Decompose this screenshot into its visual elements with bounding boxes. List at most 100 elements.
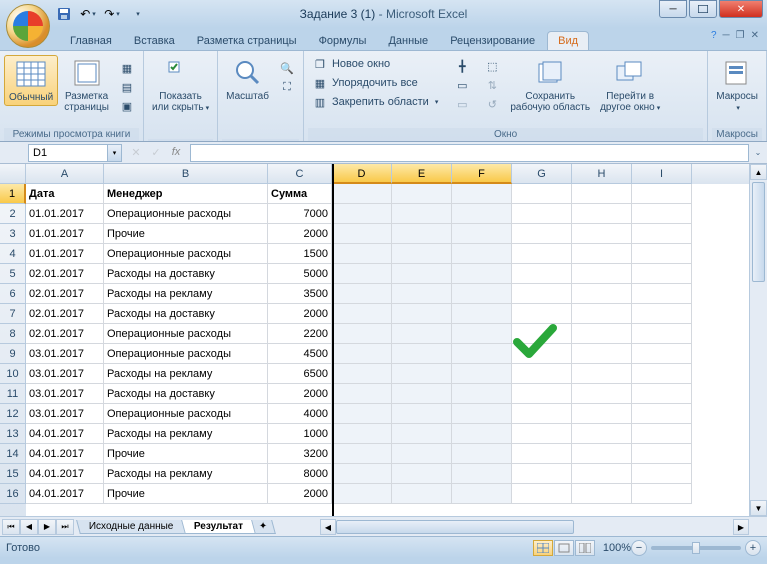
tab-data[interactable]: Данные xyxy=(378,32,438,50)
cell-A7[interactable]: 02.01.2017 xyxy=(26,304,104,324)
cell-C11[interactable]: 2000 xyxy=(268,384,332,404)
cell-G6[interactable] xyxy=(512,284,572,304)
cell-E16[interactable] xyxy=(392,484,452,504)
cell-B11[interactable]: Расходы на доставку xyxy=(104,384,268,404)
cell-H11[interactable] xyxy=(572,384,632,404)
cell-A2[interactable]: 01.01.2017 xyxy=(26,204,104,224)
scroll-right-icon[interactable]: ▶ xyxy=(733,519,749,535)
cell-C13[interactable]: 1000 xyxy=(268,424,332,444)
column-header-E[interactable]: E xyxy=(392,164,452,184)
cell-D5[interactable] xyxy=(332,264,392,284)
doc-close-icon[interactable]: ✕ xyxy=(751,30,759,41)
cell-C16[interactable]: 2000 xyxy=(268,484,332,504)
tab-home[interactable]: Главная xyxy=(60,32,122,50)
expand-formula-bar-icon[interactable]: ⌄ xyxy=(751,144,765,162)
cell-H5[interactable] xyxy=(572,264,632,284)
cell-C10[interactable]: 6500 xyxy=(268,364,332,384)
cell-E12[interactable] xyxy=(392,404,452,424)
cell-E5[interactable] xyxy=(392,264,452,284)
vscroll-thumb[interactable] xyxy=(752,182,765,282)
cell-B10[interactable]: Расходы на рекламу xyxy=(104,364,268,384)
arrange-all-button[interactable]: ▦Упорядочить все xyxy=(308,74,442,92)
scroll-left-icon[interactable]: ◀ xyxy=(320,519,336,535)
cell-E13[interactable] xyxy=(392,424,452,444)
cell-F11[interactable] xyxy=(452,384,512,404)
row-header-9[interactable]: 9 xyxy=(0,344,26,364)
name-box[interactable]: D1 ▾ xyxy=(28,144,122,162)
cell-E7[interactable] xyxy=(392,304,452,324)
cell-C2[interactable]: 7000 xyxy=(268,204,332,224)
cell-A10[interactable]: 03.01.2017 xyxy=(26,364,104,384)
cell-G1[interactable] xyxy=(512,184,572,204)
page-layout-status-button[interactable] xyxy=(554,540,574,556)
zoom-slider[interactable] xyxy=(651,546,741,550)
cell-G12[interactable] xyxy=(512,404,572,424)
cell-B15[interactable]: Расходы на рекламу xyxy=(104,464,268,484)
qat-customize-icon[interactable]: ▾ xyxy=(130,6,146,22)
row-header-7[interactable]: 7 xyxy=(0,304,26,324)
office-button[interactable] xyxy=(6,4,50,48)
cell-C14[interactable]: 3200 xyxy=(268,444,332,464)
row-header-2[interactable]: 2 xyxy=(0,204,26,224)
cell-H6[interactable] xyxy=(572,284,632,304)
cell-F13[interactable] xyxy=(452,424,512,444)
cell-D11[interactable] xyxy=(332,384,392,404)
column-header-A[interactable]: A xyxy=(26,164,104,184)
cell-F14[interactable] xyxy=(452,444,512,464)
row-header-8[interactable]: 8 xyxy=(0,324,26,344)
row-header-10[interactable]: 10 xyxy=(0,364,26,384)
macros-button[interactable]: Макросы▾ xyxy=(712,55,762,116)
cell-B12[interactable]: Операционные расходы xyxy=(104,404,268,424)
cell-H14[interactable] xyxy=(572,444,632,464)
reset-pos-button[interactable]: ↺ xyxy=(480,95,504,113)
select-all-button[interactable] xyxy=(0,164,26,184)
cell-F12[interactable] xyxy=(452,404,512,424)
cell-G4[interactable] xyxy=(512,244,572,264)
cell-A11[interactable]: 03.01.2017 xyxy=(26,384,104,404)
cell-I13[interactable] xyxy=(632,424,692,444)
row-header-14[interactable]: 14 xyxy=(0,444,26,464)
cell-F9[interactable] xyxy=(452,344,512,364)
cell-A16[interactable]: 04.01.2017 xyxy=(26,484,104,504)
maximize-button[interactable] xyxy=(689,0,717,18)
cell-A5[interactable]: 02.01.2017 xyxy=(26,264,104,284)
column-header-D[interactable]: D xyxy=(332,164,392,184)
cell-F16[interactable] xyxy=(452,484,512,504)
cell-D8[interactable] xyxy=(332,324,392,344)
row-header-1[interactable]: 1 xyxy=(0,184,26,204)
cell-I15[interactable] xyxy=(632,464,692,484)
page-break-preview-button[interactable]: ▦ xyxy=(115,59,139,77)
zoom-slider-thumb[interactable] xyxy=(692,542,700,554)
cell-H9[interactable] xyxy=(572,344,632,364)
cell-D4[interactable] xyxy=(332,244,392,264)
row-header-4[interactable]: 4 xyxy=(0,244,26,264)
cell-B1[interactable]: Менеджер xyxy=(104,184,268,204)
cell-D6[interactable] xyxy=(332,284,392,304)
cell-B3[interactable]: Прочие xyxy=(104,224,268,244)
column-header-H[interactable]: H xyxy=(572,164,632,184)
row-header-6[interactable]: 6 xyxy=(0,284,26,304)
unhide-button[interactable]: ▭ xyxy=(450,95,474,113)
cell-A4[interactable]: 01.01.2017 xyxy=(26,244,104,264)
page-layout-button[interactable]: Разметка страницы xyxy=(60,55,113,115)
column-header-C[interactable]: C xyxy=(268,164,332,184)
cell-I4[interactable] xyxy=(632,244,692,264)
tab-view[interactable]: Вид xyxy=(547,31,589,50)
freeze-panes-button[interactable]: ▥Закрепить области▾ xyxy=(308,93,442,111)
cell-C8[interactable]: 2200 xyxy=(268,324,332,344)
switch-windows-button[interactable]: Перейти в другое окно▾ xyxy=(596,55,664,116)
cell-I16[interactable] xyxy=(632,484,692,504)
cell-F6[interactable] xyxy=(452,284,512,304)
cell-C6[interactable]: 3500 xyxy=(268,284,332,304)
undo-icon[interactable]: ↶▾ xyxy=(80,6,96,22)
cell-G10[interactable] xyxy=(512,364,572,384)
cell-E15[interactable] xyxy=(392,464,452,484)
cell-H16[interactable] xyxy=(572,484,632,504)
cell-G13[interactable] xyxy=(512,424,572,444)
cell-B6[interactable]: Расходы на рекламу xyxy=(104,284,268,304)
normal-view-button[interactable]: Обычный xyxy=(4,55,58,106)
minimize-button[interactable]: ─ xyxy=(659,0,687,18)
redo-icon[interactable]: ↷▾ xyxy=(104,6,120,22)
cell-G5[interactable] xyxy=(512,264,572,284)
tab-insert[interactable]: Вставка xyxy=(124,32,185,50)
